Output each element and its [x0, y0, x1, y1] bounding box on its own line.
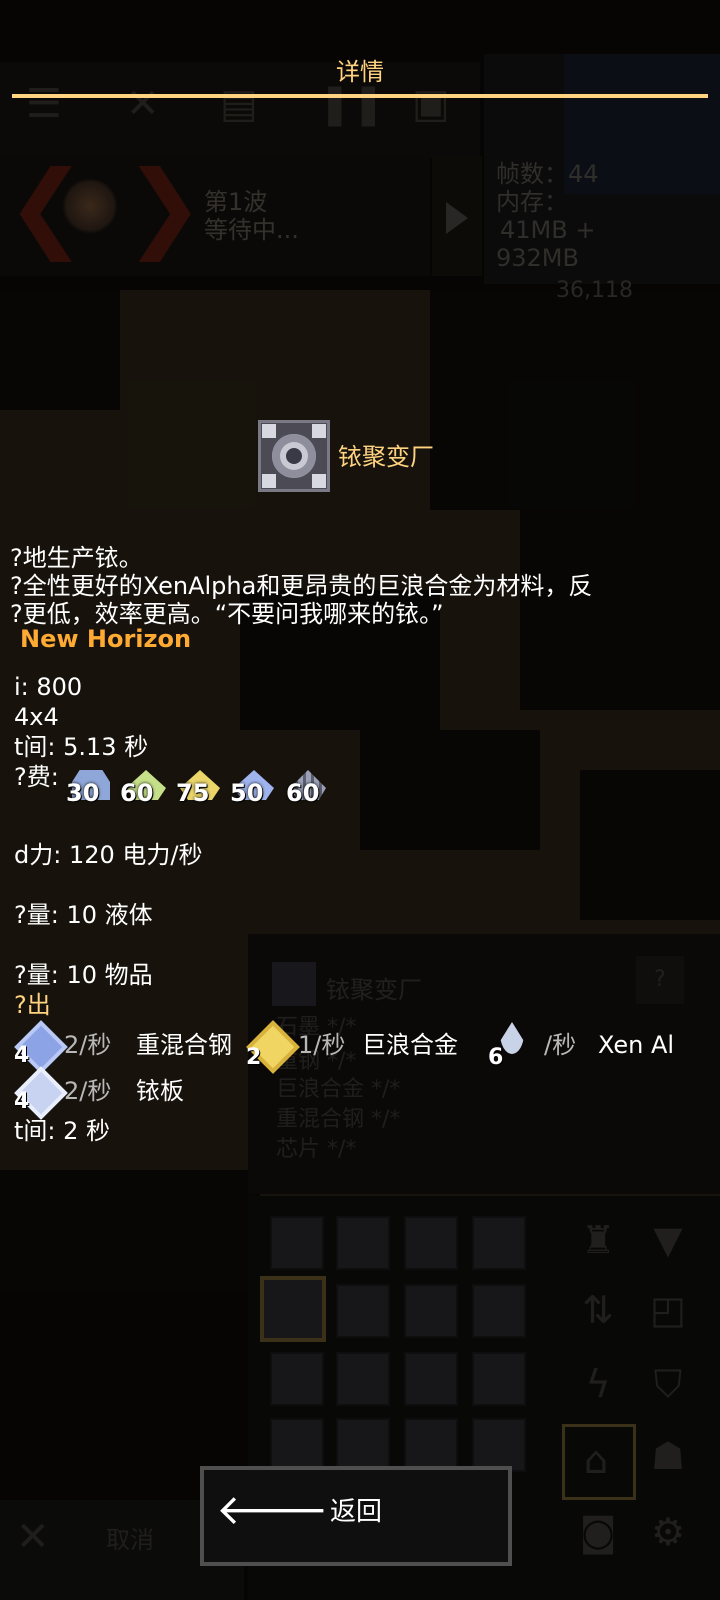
stat-craft-time: t间: 2 秒: [14, 1117, 111, 1145]
stat-build-cost-label: ?费:: [14, 763, 59, 791]
stat-power-use: d力: 120 电力/秒: [14, 841, 203, 869]
item-count-badge: 4: [14, 1043, 30, 1068]
requirement-count: 60: [120, 779, 154, 807]
requirement-count: 30: [66, 779, 100, 807]
block-description: ?地生产铱。 ?全性更好的XenAlpha和更昂贵的巨浪合金为材料，反 ?更低，效率…: [10, 544, 720, 628]
iridium-fusion-plant-icon: [258, 420, 330, 492]
input-name: Xen Al: [598, 1031, 675, 1059]
item-count-badge: 6: [488, 1045, 504, 1070]
back-button-label: 返回: [329, 1497, 382, 1527]
dialog-title: 详情: [336, 58, 384, 86]
mod-name: New Horizon: [20, 625, 192, 653]
icon-corner: [312, 424, 326, 438]
description-line: ?全性更好的XenAlpha和更昂贵的巨浪合金为材料，反: [10, 572, 593, 600]
input-rate: 2/秒: [64, 1030, 111, 1060]
stat-build-time: t间: 5.13 秒: [14, 733, 149, 761]
icon-corner: [312, 474, 326, 488]
item-count-badge: 2: [246, 1045, 262, 1070]
output-rate-value: 2/秒: [64, 1077, 112, 1105]
icon-corner: [262, 474, 276, 488]
input-rate-value: 2/秒: [64, 1031, 112, 1059]
requirement-count: 75: [176, 779, 210, 807]
requirement-count: 60: [286, 779, 320, 807]
title-underline: [12, 94, 708, 98]
stat-liquid-capacity: ?量: 10 液体: [14, 901, 153, 929]
input-rate-value: /秒: [544, 1031, 577, 1059]
icon-corner: [262, 424, 276, 438]
input-rate: /秒: [544, 1030, 576, 1060]
stat-output-label: ?出: [14, 991, 51, 1019]
description-line: ?地生产铱。: [10, 544, 143, 572]
stat-item-capacity: ?量: 10 物品: [14, 961, 153, 989]
block-name: 铱聚变厂: [338, 443, 434, 471]
input-name: 重混合钢: [136, 1031, 232, 1059]
output-name: 铱板: [136, 1077, 184, 1105]
icon-core: [286, 448, 302, 464]
output-rate: 2/秒: [64, 1076, 111, 1106]
stat-size: 4x4: [14, 703, 59, 731]
input-rate: 1/秒: [298, 1030, 345, 1060]
input-name: 巨浪合金: [362, 1031, 458, 1059]
item-count-badge: 4: [14, 1089, 30, 1114]
requirement-count: 50: [230, 779, 264, 807]
input-rate-value: 1/秒: [298, 1031, 346, 1059]
stat-health: i: 800: [14, 673, 83, 701]
